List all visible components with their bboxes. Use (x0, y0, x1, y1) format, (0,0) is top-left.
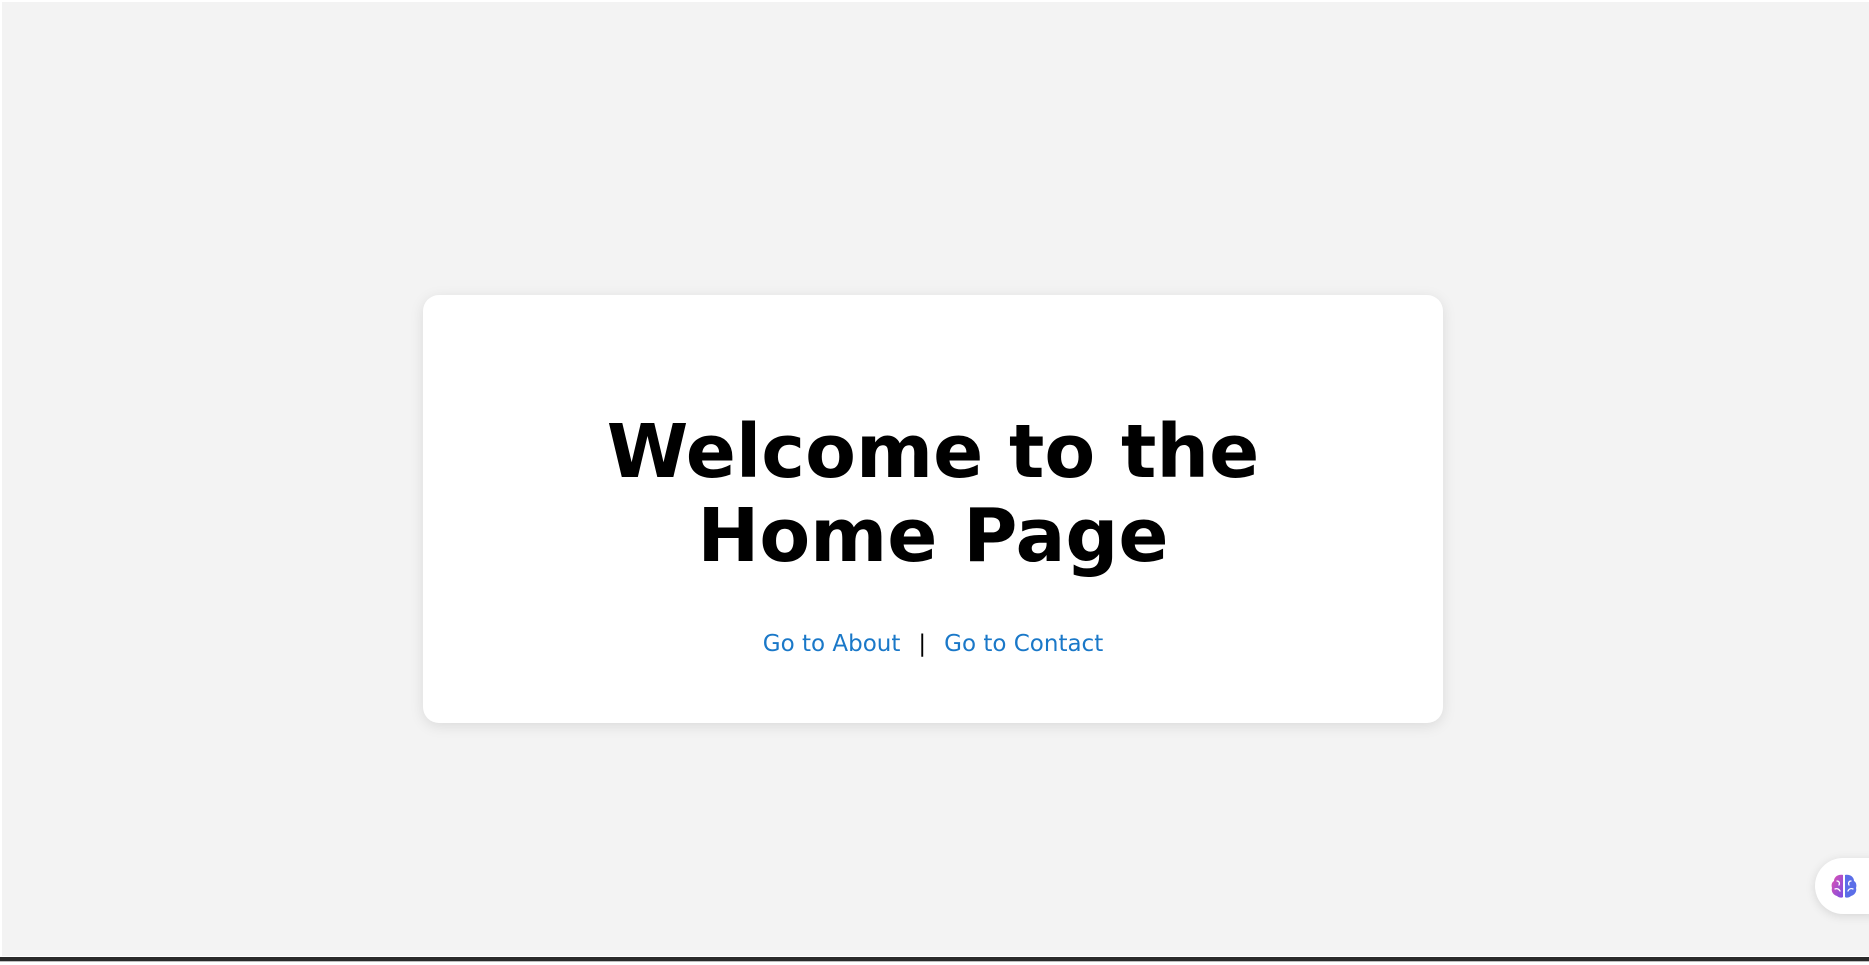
bottom-edge-light-line (0, 961, 1869, 962)
bottom-edge (0, 956, 1869, 965)
brain-icon (1831, 874, 1857, 898)
page-title: Welcome to the Home Page (606, 409, 1260, 579)
assistant-floating-button[interactable] (1815, 858, 1869, 914)
about-link[interactable]: Go to About (763, 631, 901, 657)
nav-separator: | (918, 631, 927, 657)
home-card: Welcome to the Home Page Go to About | Go … (423, 295, 1443, 723)
contact-link[interactable]: Go to Contact (944, 631, 1103, 657)
nav-links: Go to About | Go to Contact (423, 629, 1443, 659)
